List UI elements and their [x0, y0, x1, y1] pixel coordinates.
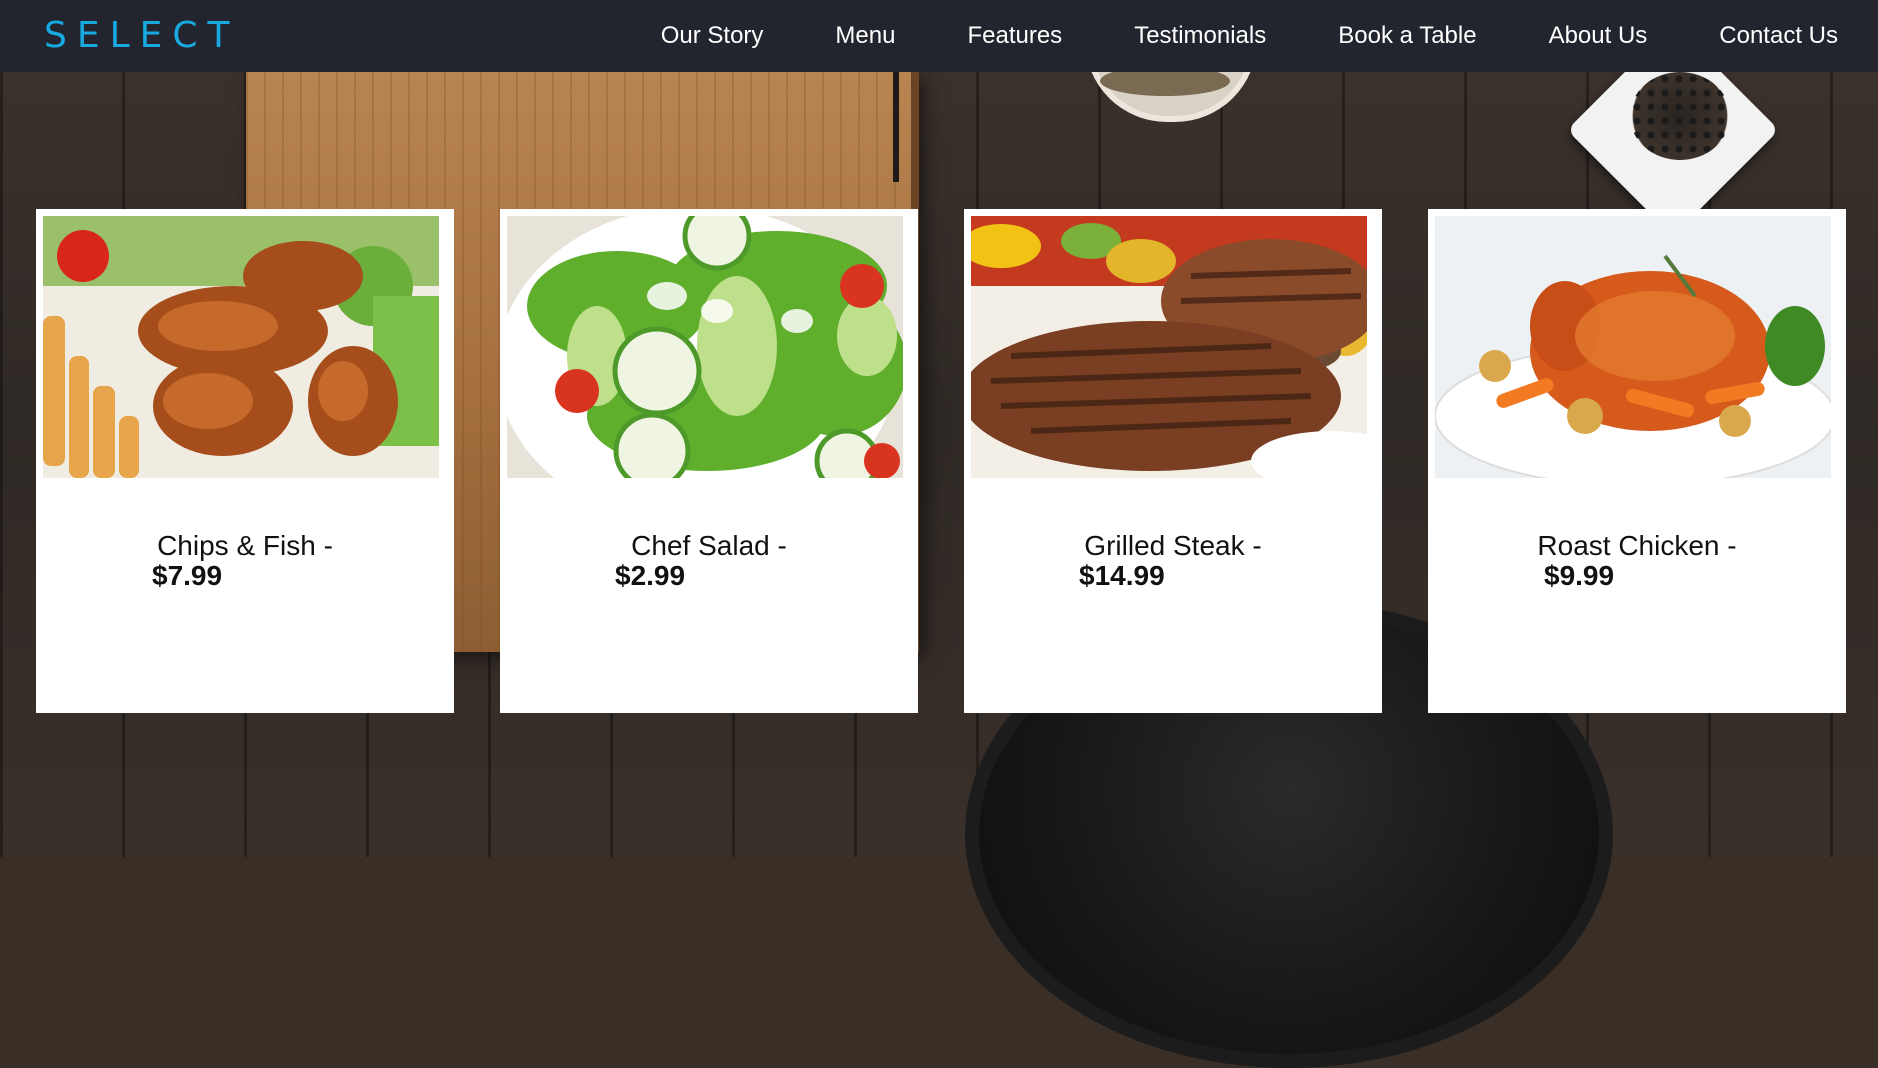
- menu-item-price: $7.99: [152, 560, 223, 591]
- nav-link-menu[interactable]: Menu: [835, 22, 895, 50]
- menu-card[interactable]: Chips & Fish - $7.99: [36, 209, 454, 713]
- salad-photo: [507, 216, 903, 478]
- nav-link-features[interactable]: Features: [967, 22, 1062, 50]
- roast-chicken-photo: [1435, 216, 1831, 478]
- nav-link-book-a-table[interactable]: Book a Table: [1338, 22, 1476, 50]
- menu-card[interactable]: Roast Chicken - $9.99: [1428, 209, 1846, 713]
- main-nav: Our Story Menu Features Testimonials Boo…: [589, 0, 1838, 72]
- menu-card[interactable]: Grilled Steak - $14.99: [964, 209, 1382, 713]
- menu-item-name: Chips & Fish -: [157, 530, 333, 561]
- grilled-steak-photo: [971, 216, 1367, 478]
- nav-link-testimonials[interactable]: Testimonials: [1134, 22, 1266, 50]
- nav-link-our-story[interactable]: Our Story: [661, 22, 764, 50]
- menu-item-price: $2.99: [615, 560, 686, 591]
- menu-item-name: Chef Salad -: [631, 530, 787, 561]
- menu-card[interactable]: Chef Salad - $2.99: [500, 209, 918, 713]
- top-navbar: SELECT Our Story Menu Features Testimoni…: [0, 0, 1878, 72]
- board-slot: [893, 72, 899, 182]
- menu-item-price: $14.99: [1079, 560, 1165, 591]
- brand-logo[interactable]: SELECT: [44, 14, 240, 58]
- menu-item-name: Grilled Steak -: [1084, 530, 1262, 561]
- nav-link-about-us[interactable]: About Us: [1549, 22, 1648, 50]
- menu-item-price: $9.99: [1544, 560, 1615, 591]
- peppercorns: [1630, 72, 1730, 160]
- menu-item-name: Roast Chicken -: [1537, 530, 1737, 561]
- nav-link-contact-us[interactable]: Contact Us: [1719, 22, 1838, 50]
- chicken-and-fries-photo: [43, 216, 439, 478]
